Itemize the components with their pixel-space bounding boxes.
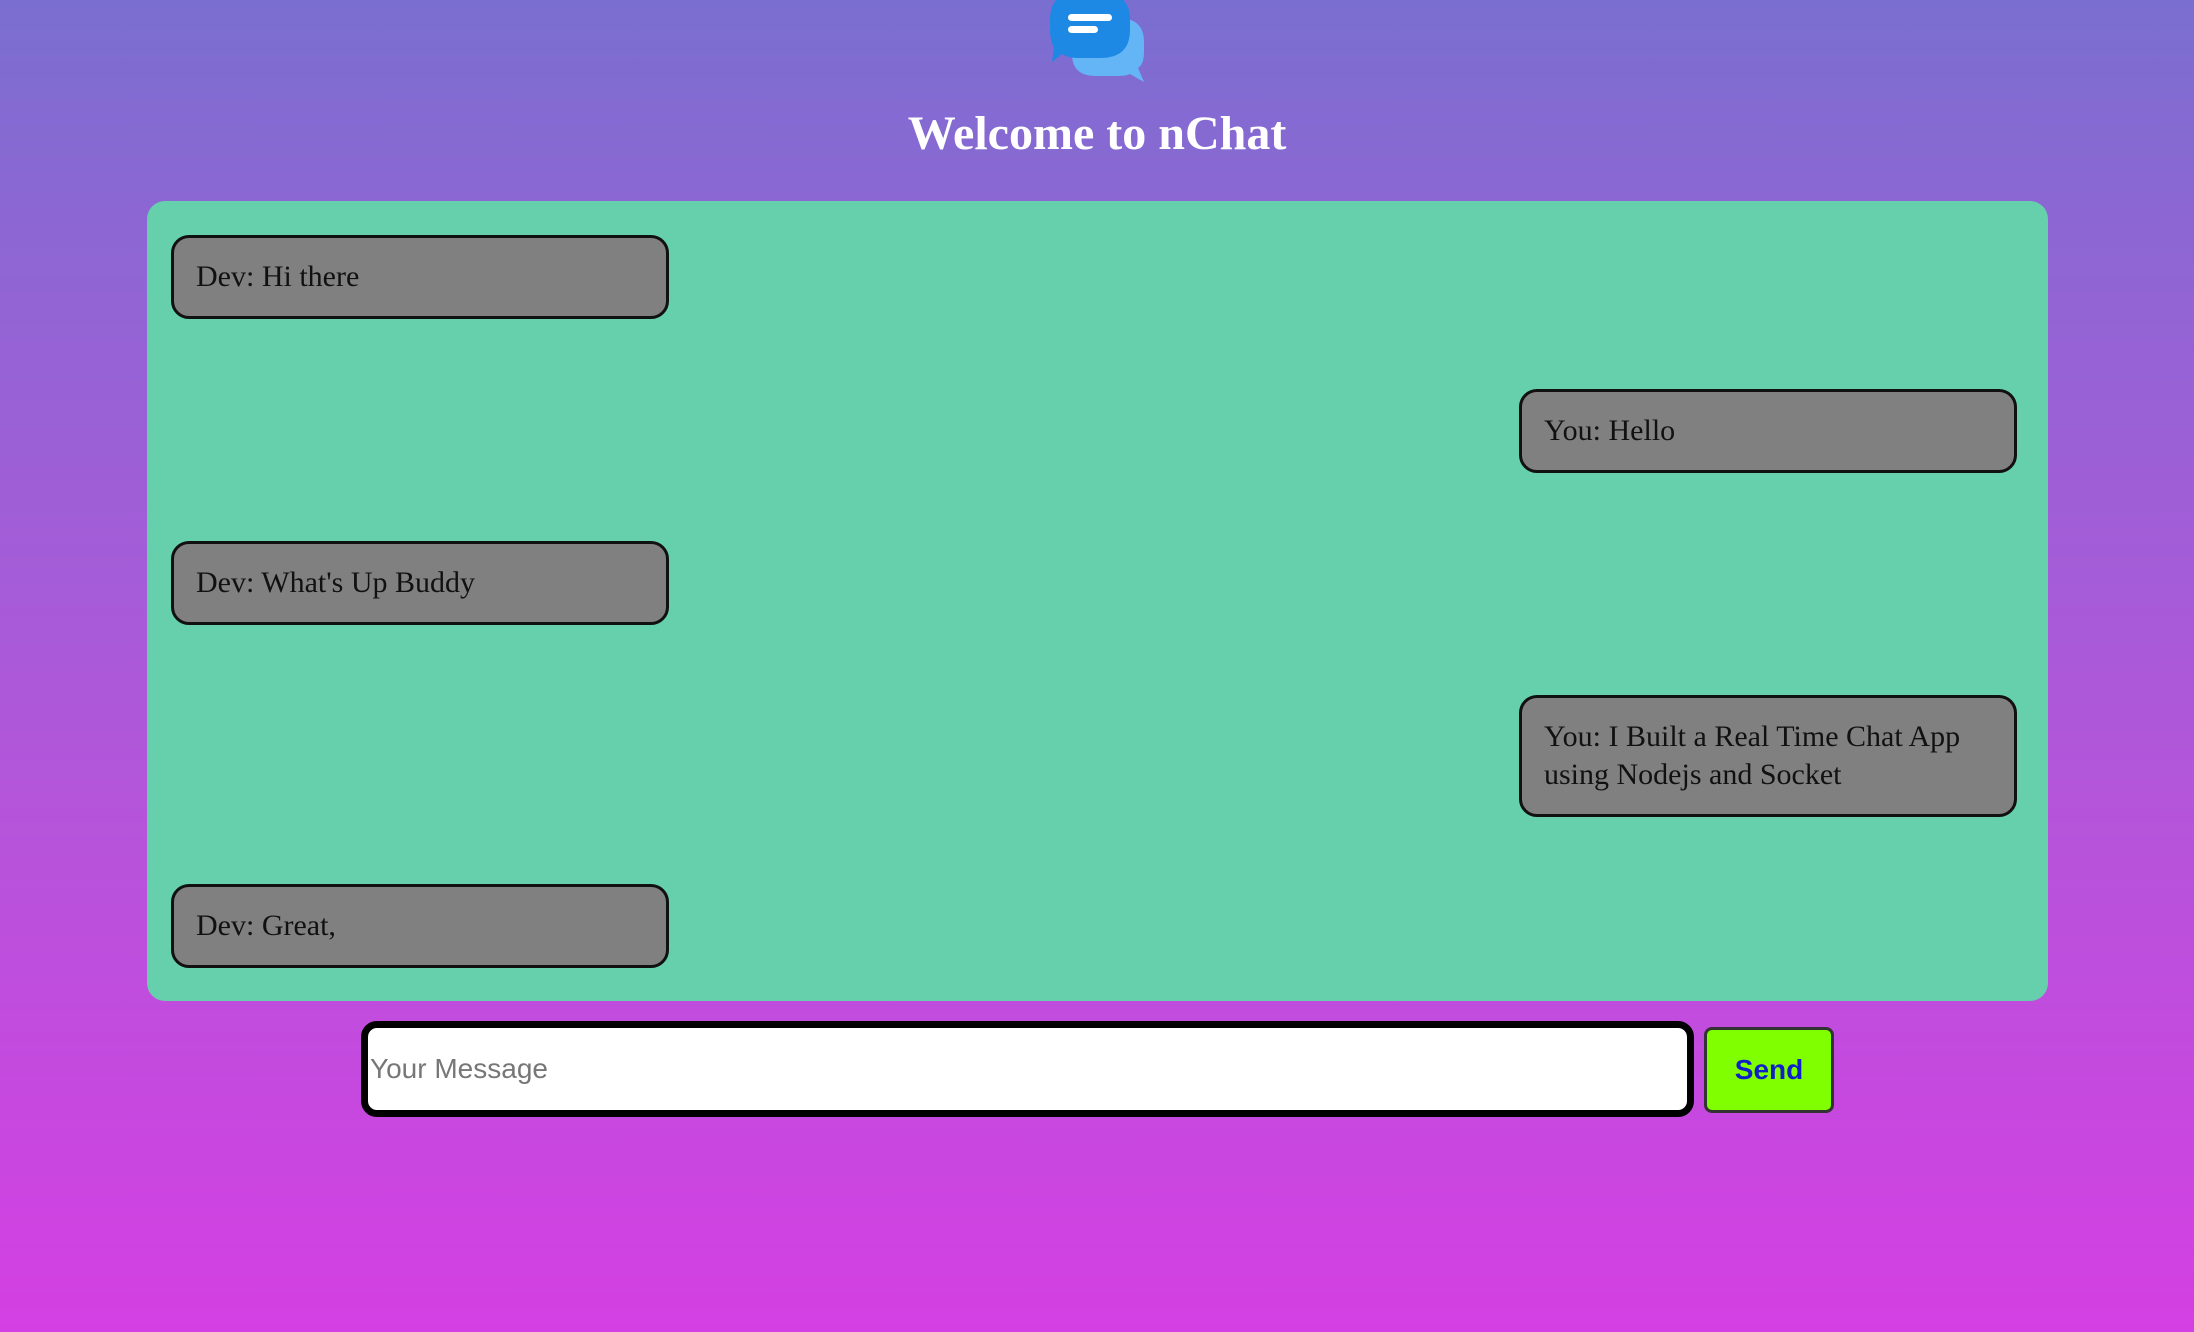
chat-bubbles-icon bbox=[1050, 0, 1144, 82]
message-composer: Send bbox=[361, 1021, 1834, 1117]
send-button[interactable]: Send bbox=[1704, 1027, 1834, 1113]
message-bubble-received: Dev: Great, bbox=[171, 884, 669, 968]
message-bubble-received: Dev: What's Up Buddy bbox=[171, 541, 669, 625]
message-bubble-sent: You: I Built a Real Time Chat App using … bbox=[1519, 695, 2017, 817]
chat-message-area[interactable]: Dev: Hi there You: Hello Dev: What's Up … bbox=[147, 201, 2048, 1001]
message-input[interactable] bbox=[361, 1021, 1694, 1117]
message-bubble-received: Dev: Hi there bbox=[171, 235, 669, 319]
page-title: Welcome to nChat bbox=[907, 107, 1287, 160]
message-bubble-sent: You: Hello bbox=[1519, 389, 2017, 473]
